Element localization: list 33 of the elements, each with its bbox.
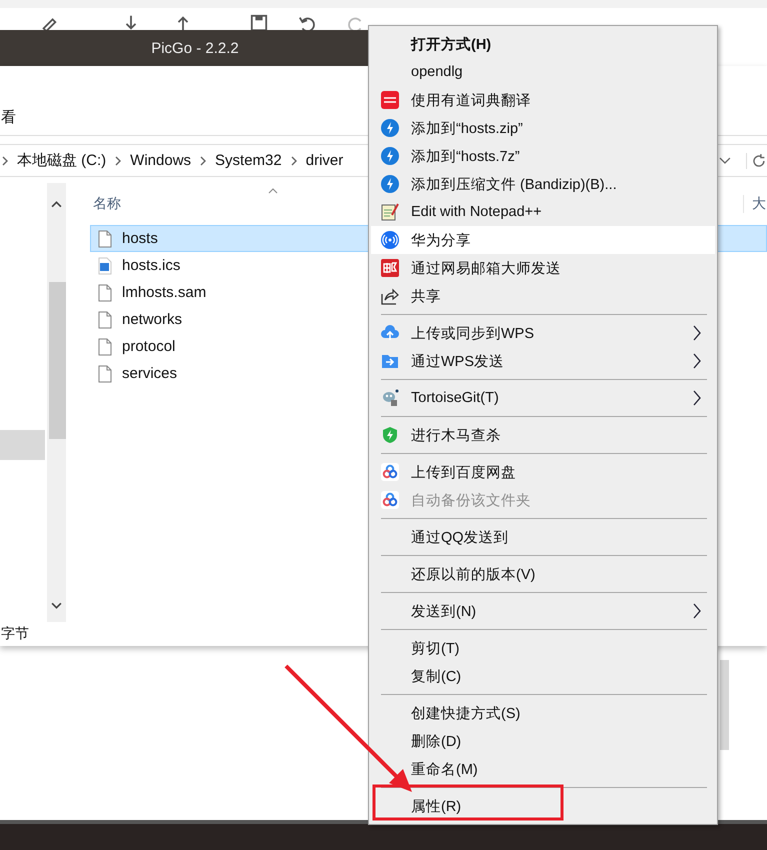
menu-label: 通过QQ发送到	[411, 528, 509, 546]
menu-label: 共享	[411, 288, 441, 306]
menu-label: TortoiseGit(T)	[411, 390, 499, 406]
file-name: networks	[122, 311, 182, 328]
menu-label: Edit with Notepad++	[411, 204, 542, 220]
menu-label: 通过WPS发送	[411, 352, 504, 370]
menu-label: 还原以前的版本(V)	[411, 566, 536, 584]
menu-label: 重命名(M)	[411, 760, 478, 778]
menu-label: 进行木马查杀	[411, 426, 501, 444]
file-name: protocol	[122, 338, 176, 355]
menu-label: 剪切(T)	[411, 640, 460, 658]
menu-label: opendlg	[411, 64, 463, 80]
window-title: PicGo - 2.2.2	[151, 40, 239, 56]
menu-label: 添加到“hosts.zip”	[411, 120, 523, 138]
menu-label: 使用有道词典翻译	[411, 92, 531, 110]
menu-label: 上传到百度网盘	[411, 464, 516, 482]
menu-label: 发送到(N)	[411, 602, 476, 620]
menu-label: 打开方式(H)	[411, 35, 492, 54]
file-name: hosts.ics	[122, 257, 180, 274]
menu-label: 上传或同步到WPS	[411, 324, 534, 342]
menu-label: 自动备份该文件夹	[411, 492, 531, 510]
menu-label: 删除(D)	[411, 732, 462, 750]
menu-label: 属性(R)	[411, 798, 462, 816]
status-text: 字节	[1, 625, 29, 643]
menu-label: 华为分享	[411, 232, 471, 250]
menu-label: 创建快捷方式(S)	[411, 704, 520, 722]
menu-label: 通过网易邮箱大师发送	[411, 260, 561, 278]
menu-label: 添加到压缩文件 (Bandizip)(B)...	[411, 176, 617, 194]
menu-label: 复制(C)	[411, 668, 462, 686]
file-name: lmhosts.sam	[122, 284, 206, 301]
menu-label: 添加到“hosts.7z”	[411, 148, 520, 166]
file-name: services	[122, 365, 178, 382]
file-name: hosts	[122, 230, 158, 247]
